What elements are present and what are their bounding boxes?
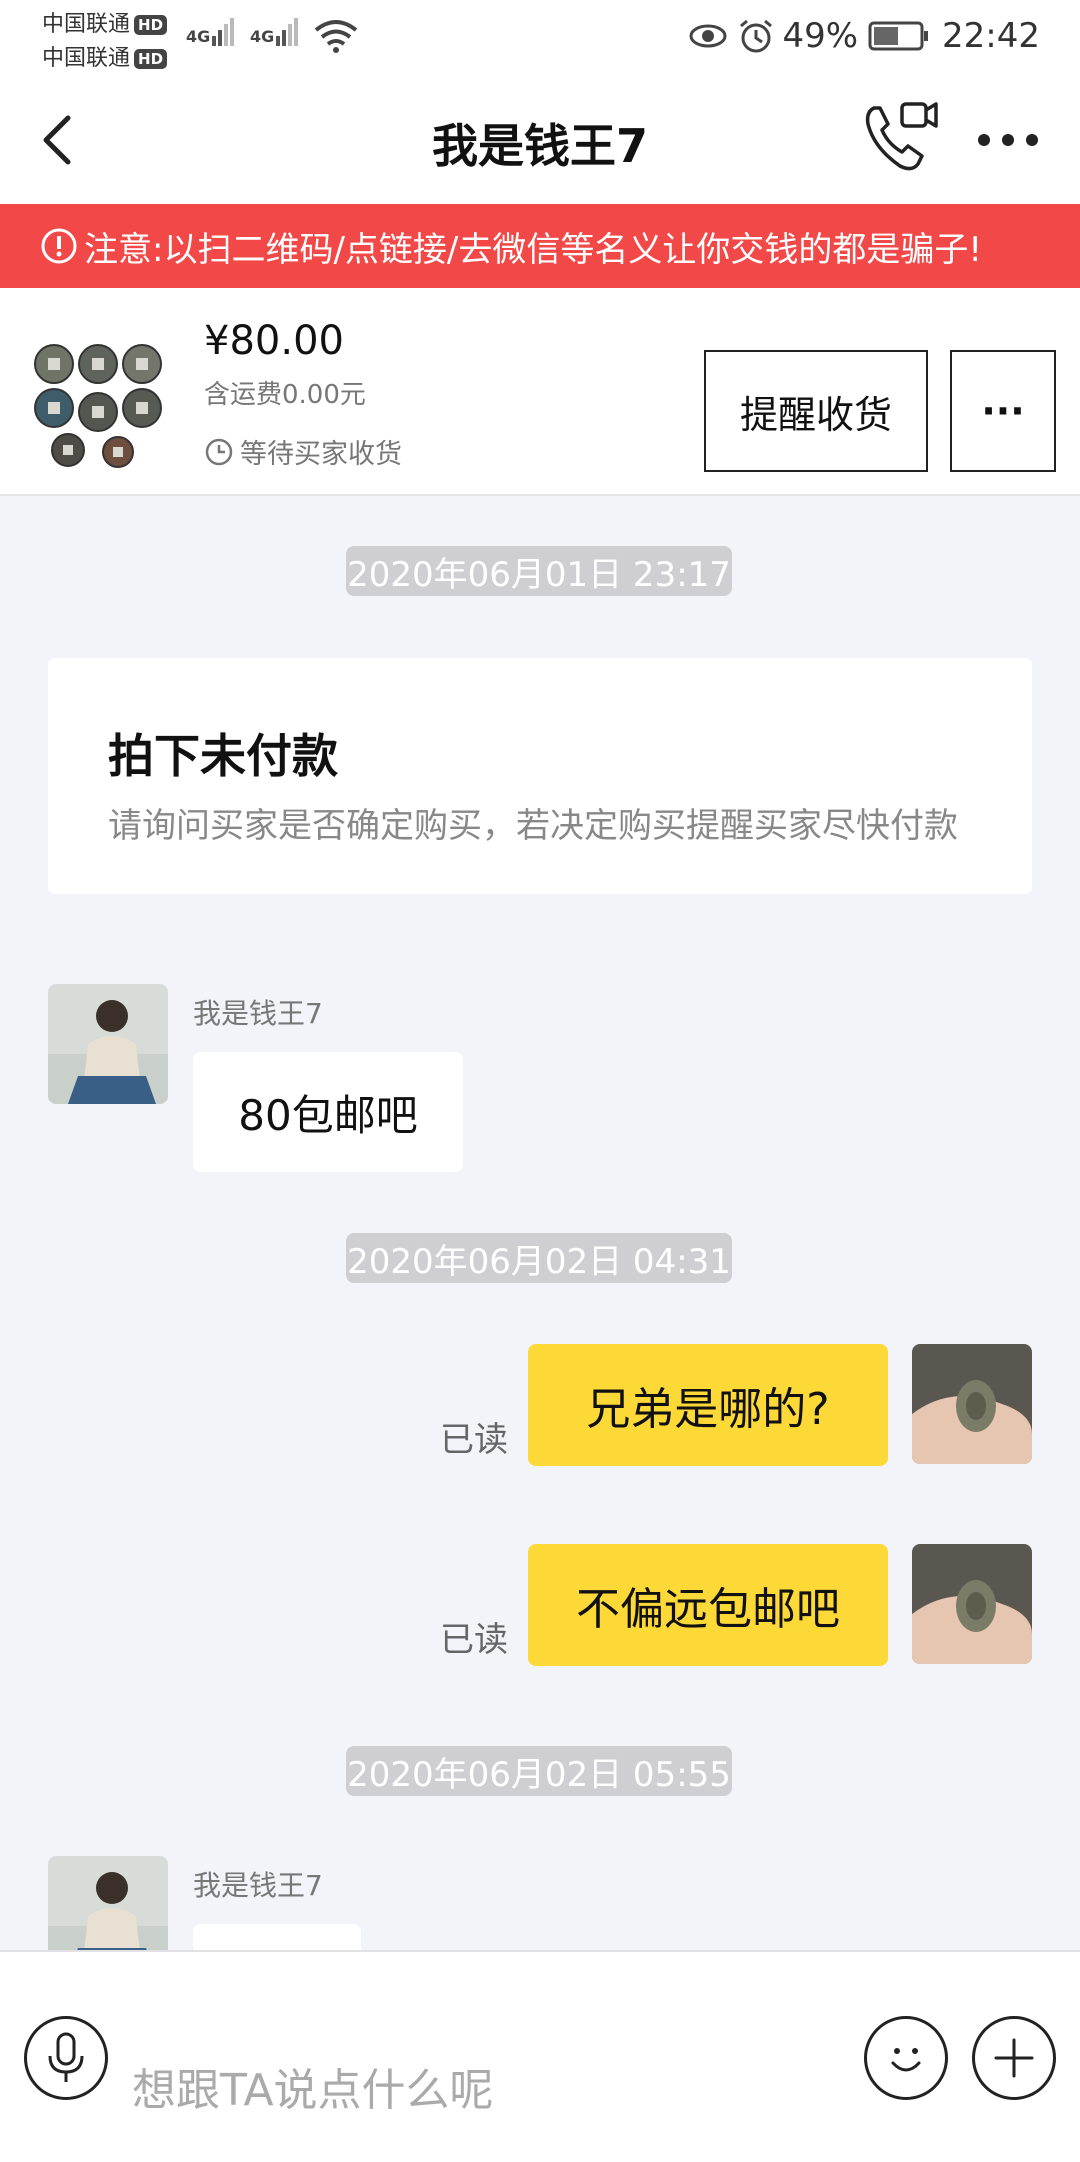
avatar[interactable] — [912, 1544, 1032, 1664]
order-card-desc: 请询问买家是否确定购买，若决定购买提醒买家尽快付款 — [108, 806, 958, 846]
avatar[interactable] — [48, 984, 168, 1104]
my-avatar-image — [912, 1544, 1032, 1664]
timestamp: 2020年06月01日 23:17 — [346, 546, 732, 596]
message-bubble[interactable]: 80包邮吧 — [193, 1052, 463, 1172]
warning-text: 注意:以扫二维码/点链接/去微信等名义让你交钱的都是骗子! — [84, 229, 982, 270]
order-status-text: 等待买家收货 — [240, 439, 402, 470]
carrier-2: 中国联通 HD — [42, 40, 168, 72]
sender-name: 我是钱王7 — [193, 997, 323, 1030]
clock-time: 22:42 — [942, 16, 1040, 56]
timestamp: 2020年06月02日 04:31 — [346, 1233, 732, 1283]
alarm-icon — [740, 19, 773, 53]
remind-receipt-button[interactable]: 提醒收货 — [704, 350, 928, 472]
eye-icon — [689, 24, 727, 48]
battery-percent: 49% — [782, 16, 859, 56]
network-type-1: 4G — [186, 27, 211, 46]
fraud-warning-banner: 注意:以扫二维码/点链接/去微信等名义让你交钱的都是骗子! — [0, 204, 1080, 288]
signal-icon-2: 4G — [250, 18, 299, 46]
timestamp: 2020年06月02日 05:55 — [346, 1746, 732, 1796]
message-bubble[interactable] — [193, 1924, 361, 1950]
carrier-2-label: 中国联通 — [42, 46, 131, 71]
status-bar: 中国联通 HD 中国联通 HD 4G 4G 49% 22:42 — [0, 0, 1080, 78]
avatar[interactable] — [48, 1856, 168, 1952]
signal-icon-1: 4G — [186, 18, 235, 46]
hd-badge-1: HD — [134, 15, 168, 35]
seller-avatar-image — [48, 984, 168, 1104]
carrier-1-label: 中国联通 — [42, 12, 131, 37]
smiley-icon — [891, 2048, 921, 2072]
message-input[interactable]: 想跟TA说点什么呢 — [132, 2054, 494, 2118]
product-card[interactable]: ¥80.00 含运费0.00元 等待买家收货 提醒收货 ··· — [0, 288, 1080, 496]
clock-icon — [205, 438, 233, 465]
emoji-button[interactable] — [864, 2016, 948, 2100]
product-price: ¥80.00 — [204, 318, 344, 364]
nav-bar: 我是钱王7 — [0, 78, 1080, 204]
plus-icon — [994, 2038, 1034, 2078]
my-avatar-image — [912, 1344, 1032, 1464]
product-thumbnail[interactable] — [30, 342, 166, 468]
sender-name: 我是钱王7 — [193, 1869, 323, 1902]
avatar[interactable] — [912, 1344, 1032, 1464]
battery-icon — [868, 21, 929, 51]
shipping-fee: 含运费0.00元 — [204, 380, 366, 410]
network-type-2: 4G — [250, 27, 275, 46]
carrier-1: 中国联通 HD — [42, 6, 168, 38]
input-bar: 想跟TA说点什么呢 — [0, 1950, 1080, 2162]
voice-button[interactable] — [24, 2016, 108, 2100]
order-card-title: 拍下未付款 — [108, 729, 338, 783]
message-bubble[interactable]: 不偏远包邮吧 — [528, 1544, 888, 1666]
more-icon[interactable] — [976, 130, 1040, 150]
more-actions-button[interactable] — [972, 2016, 1056, 2100]
seller-avatar-image — [48, 1856, 168, 1952]
video-call-icon[interactable] — [860, 98, 938, 176]
wifi-icon — [314, 20, 358, 53]
status-right: 49% 22:42 — [688, 16, 1040, 56]
microphone-icon — [48, 2032, 84, 2082]
message-bubble[interactable]: 兄弟是哪的? — [528, 1344, 888, 1466]
hd-badge-2: HD — [134, 49, 168, 69]
product-more-button[interactable]: ··· — [950, 350, 1056, 472]
read-status: 已读 — [440, 1420, 508, 1460]
order-status: 等待买家收货 — [204, 432, 402, 471]
order-status-card[interactable]: 拍下未付款 请询问买家是否确定购买，若决定购买提醒买家尽快付款 — [48, 658, 1032, 894]
read-status: 已读 — [440, 1620, 508, 1660]
alert-icon — [41, 228, 77, 264]
